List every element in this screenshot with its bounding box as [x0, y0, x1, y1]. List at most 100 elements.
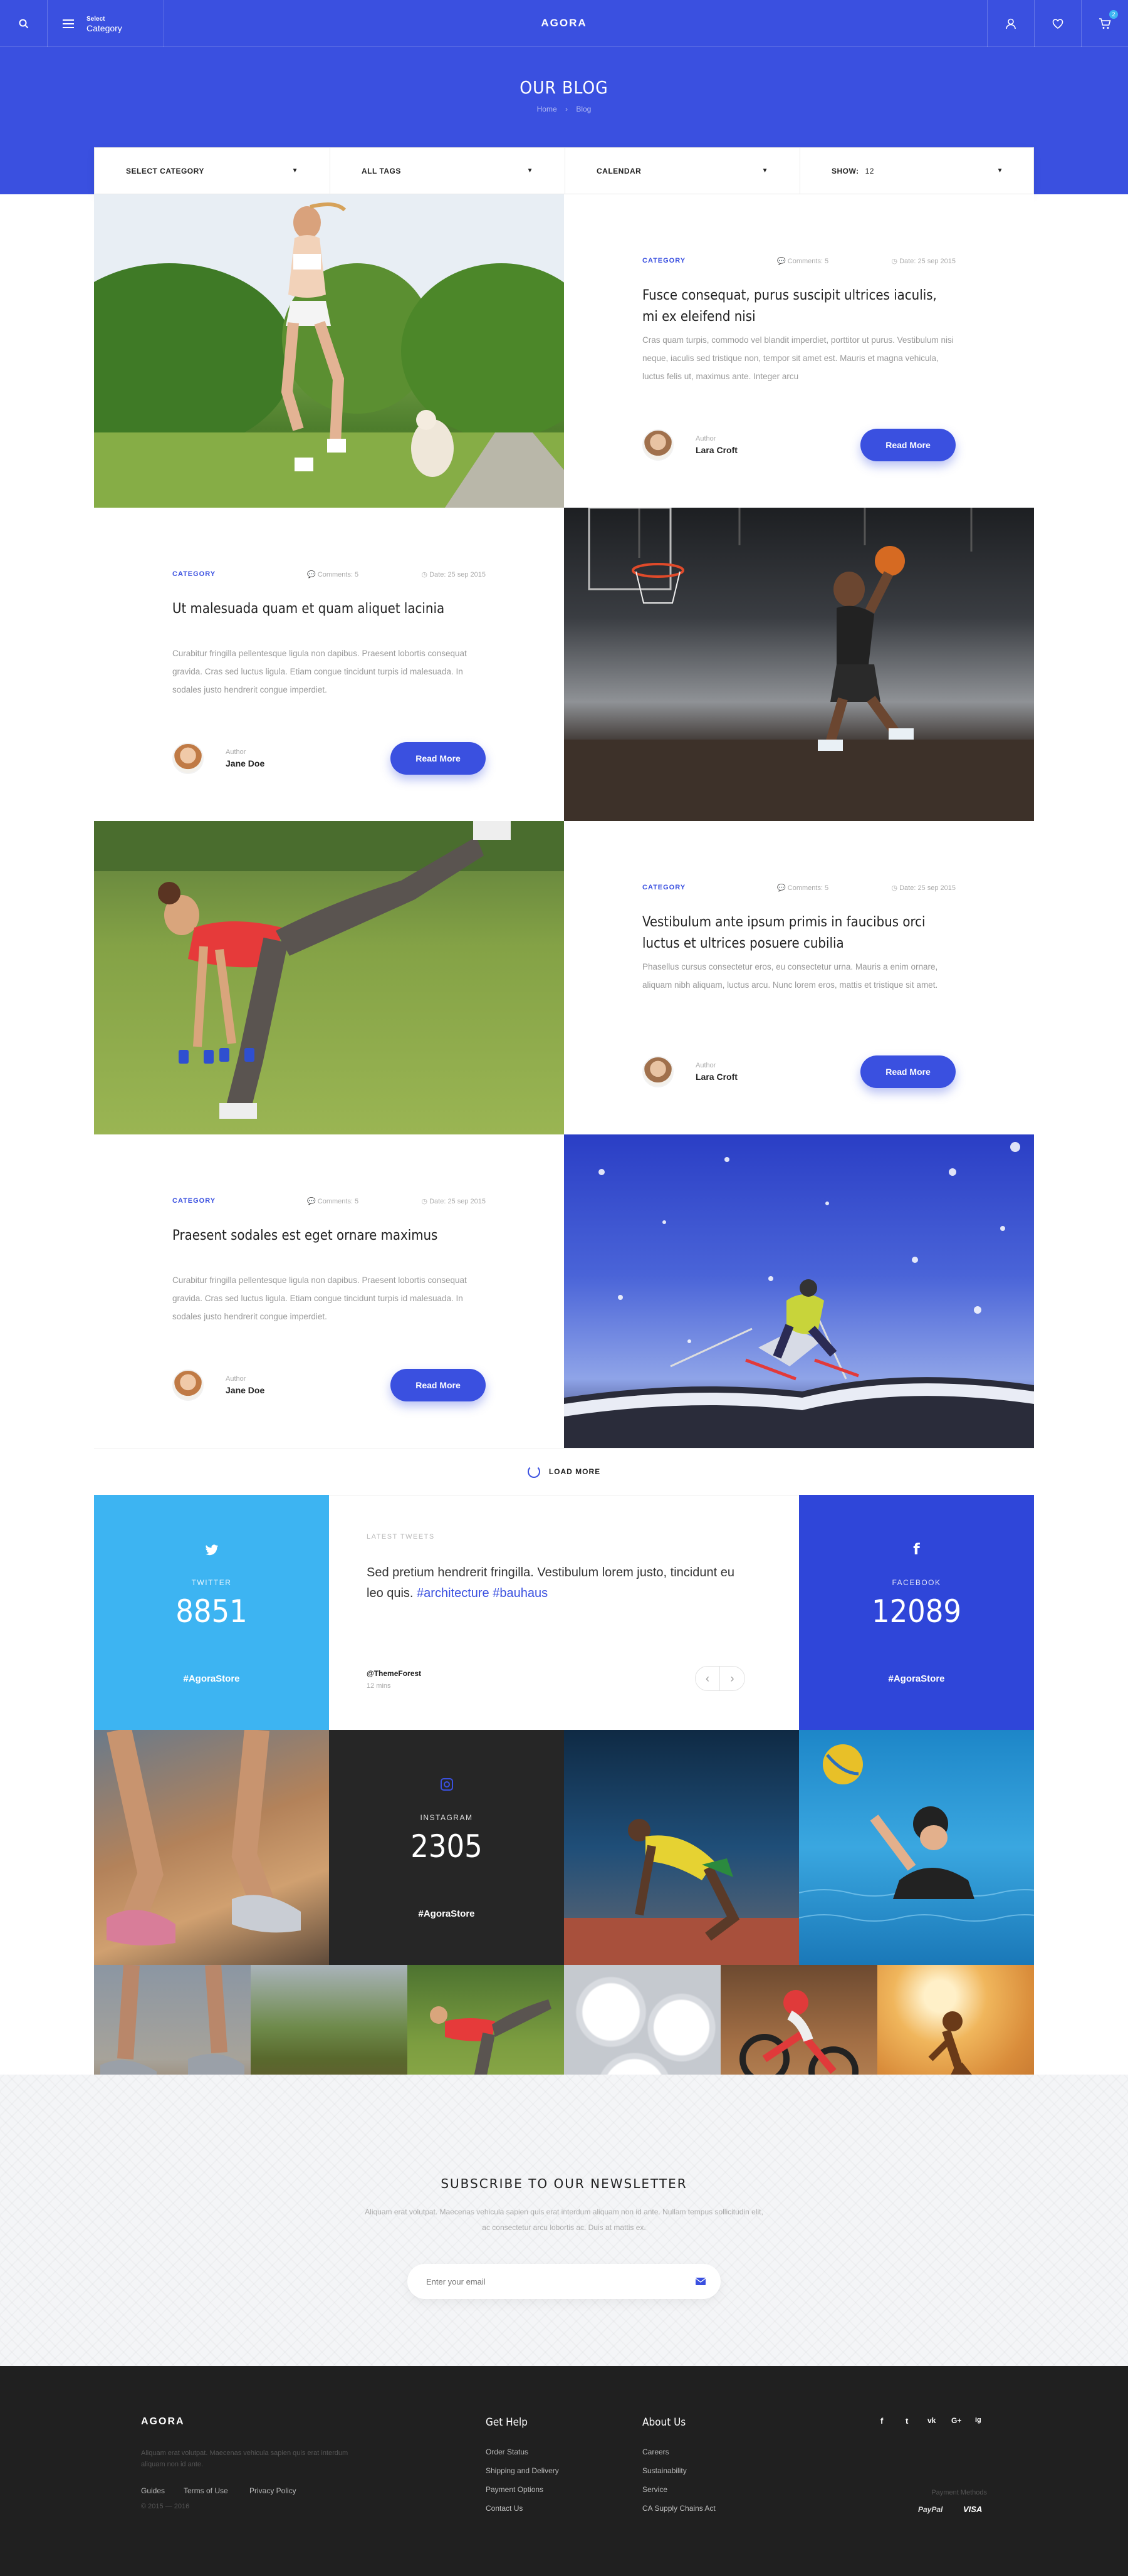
instagram-photo-water-polo[interactable] [799, 1730, 1034, 1965]
account-button[interactable] [988, 0, 1034, 47]
post-category-link[interactable]: CATEGORY [642, 257, 686, 264]
post-title[interactable]: Praesent sodales est eget ornare maximus [172, 1225, 486, 1247]
footer-link-guides[interactable]: Guides [141, 2486, 165, 2495]
google-plus-icon[interactable]: G+ [951, 2416, 961, 2425]
subscribe-button[interactable] [692, 2273, 709, 2290]
top-navigation: Select Category AGORA 2 [0, 0, 1128, 47]
post-comments[interactable]: Comments: 5 [788, 258, 828, 265]
comment-icon: 💬 [777, 258, 786, 265]
newsletter-text-line1: Aliquam erat volutpat. Maecenas vehicula… [365, 2207, 763, 2216]
skier-photo [564, 1142, 1034, 1448]
wishlist-button[interactable] [1035, 0, 1081, 47]
footer-link-privacy[interactable]: Privacy Policy [249, 2486, 296, 2495]
facebook-hashtag[interactable]: #AgoraStore [799, 1673, 1034, 1684]
post-excerpt: Phasellus cursus consectetur eros, eu co… [642, 962, 938, 990]
vk-icon[interactable]: vk [927, 2416, 936, 2425]
instagram-tile[interactable]: INSTAGRAM 2305 #AgoraStore [329, 1730, 564, 1965]
read-more-button[interactable]: Read More [390, 1369, 486, 1401]
footer: AGORA Aliquam erat volutpat. Maecenas ve… [0, 2366, 1128, 2576]
category-filter-label: SELECT CATEGORY [126, 166, 204, 175]
post-excerpt: Cras quam turpis, commodo vel blandit im… [642, 335, 954, 381]
clock-icon: ◷ [891, 258, 898, 265]
search-icon [19, 19, 28, 28]
facebook-icon[interactable]: f [880, 2416, 883, 2426]
email-input[interactable] [426, 2273, 664, 2290]
post-image[interactable] [564, 508, 1034, 821]
heart-icon [1052, 18, 1063, 29]
post-image[interactable] [94, 194, 564, 508]
tweet-handle[interactable]: @ThemeForest [367, 1669, 421, 1678]
newsletter-text: Aliquam erat volutpat. Maecenas vehicula… [0, 2204, 1128, 2236]
post-category-link[interactable]: CATEGORY [172, 1197, 216, 1205]
instagram-photo-running-shoes[interactable] [94, 1730, 329, 1965]
caret-down-icon: ▼ [761, 167, 768, 174]
refresh-icon [527, 1465, 540, 1478]
tweet-hashtag-architecture[interactable]: #architecture [417, 1586, 489, 1600]
read-more-button[interactable]: Read More [860, 429, 956, 461]
post-image[interactable] [94, 821, 564, 1134]
instagram-icon [329, 1776, 564, 1795]
post-comments[interactable]: Comments: 5 [788, 884, 828, 892]
tweet-hashtag-bauhaus[interactable]: #bauhaus [493, 1586, 548, 1600]
avatar [642, 429, 674, 461]
tags-filter[interactable]: ALL TAGS ▼ [330, 148, 565, 194]
clock-icon: ◷ [891, 884, 898, 892]
author-label: Author [226, 748, 246, 756]
post-title[interactable]: Ut malesuada quam et quam aliquet lacini… [172, 599, 486, 620]
calendar-filter[interactable]: CALENDAR ▼ [565, 148, 800, 194]
author-name[interactable]: Lara Croft [696, 445, 738, 455]
read-more-button[interactable]: Read More [390, 742, 486, 775]
post-category-link[interactable]: CATEGORY [172, 570, 216, 578]
author-name[interactable]: Jane Doe [226, 758, 264, 768]
about-link-service[interactable]: Service [642, 2485, 667, 2494]
show-label: SHOW: [832, 166, 859, 175]
post-date: Date: 25 sep 2015 [899, 884, 956, 892]
avatar [172, 743, 204, 774]
breadcrumb-home[interactable]: Home [537, 105, 557, 113]
post-title[interactable]: Fusce consequat, purus suscipit ultrices… [642, 285, 956, 328]
footer-social: f t vk G+ ig [877, 2416, 990, 2429]
category-filter[interactable]: SELECT CATEGORY ▼ [95, 148, 330, 194]
about-link-careers[interactable]: Careers [642, 2448, 669, 2456]
twitter-tile[interactable]: TWITTER 8851 #AgoraStore [94, 1495, 329, 1730]
cart-count-badge: 2 [1109, 10, 1118, 19]
tweet-prev-button[interactable]: ‹ [695, 1666, 720, 1691]
post-card: CATEGORY 💬 Comments: 5 ◷ Date: 25 sep 20… [564, 821, 1034, 1134]
twitter-hashtag[interactable]: #AgoraStore [94, 1673, 329, 1684]
author-name[interactable]: Lara Croft [696, 1072, 738, 1082]
visa-logo: VISA [963, 2505, 983, 2514]
tweet-next-button[interactable]: › [720, 1666, 745, 1691]
help-link-payment[interactable]: Payment Options [486, 2485, 543, 2494]
read-more-button[interactable]: Read More [860, 1055, 956, 1088]
select-small-label: Select [86, 15, 105, 23]
help-link-contact[interactable]: Contact Us [486, 2504, 523, 2513]
facebook-tile[interactable]: f FACEBOOK 12089 #AgoraStore [799, 1495, 1034, 1730]
footer-brand[interactable]: AGORA [141, 2416, 185, 2427]
category-menu-button[interactable]: Select Category [48, 0, 164, 47]
footer-about-line2: aliquam non id ante. [141, 2461, 204, 2468]
cart-button[interactable]: 2 [1082, 0, 1128, 47]
post-title[interactable]: Vestibulum ante ipsum primis in faucibus… [642, 912, 956, 955]
post-comments[interactable]: Comments: 5 [318, 571, 358, 579]
about-link-sustainability[interactable]: Sustainability [642, 2466, 687, 2475]
twitter-icon[interactable]: t [906, 2416, 908, 2426]
load-more-button[interactable]: LOAD MORE [94, 1448, 1034, 1495]
show-count-filter[interactable]: SHOW: 12 ▼ [800, 148, 1035, 194]
post-image[interactable] [564, 1134, 1034, 1448]
clock-icon: ◷ [421, 571, 428, 579]
instagram-photo-sprinter[interactable] [564, 1730, 799, 1965]
about-link-supply-chains[interactable]: CA Supply Chains Act [642, 2504, 716, 2513]
instagram-hashtag[interactable]: #AgoraStore [329, 1908, 564, 1919]
footer-link-terms[interactable]: Terms of Use [184, 2486, 228, 2495]
post-excerpt: Curabitur fringilla pellentesque ligula … [172, 649, 467, 694]
search-button[interactable] [0, 0, 47, 47]
brand-logo[interactable]: AGORA [501, 17, 627, 29]
help-link-shipping[interactable]: Shipping and Delivery [486, 2466, 559, 2475]
instagram-icon[interactable]: ig [975, 2416, 981, 2424]
post-comments[interactable]: Comments: 5 [318, 1198, 358, 1205]
tweet-time: 12 mins [367, 1682, 391, 1690]
cart-icon [1099, 18, 1111, 29]
author-name[interactable]: Jane Doe [226, 1385, 264, 1395]
post-category-link[interactable]: CATEGORY [642, 884, 686, 891]
help-link-order-status[interactable]: Order Status [486, 2448, 528, 2456]
